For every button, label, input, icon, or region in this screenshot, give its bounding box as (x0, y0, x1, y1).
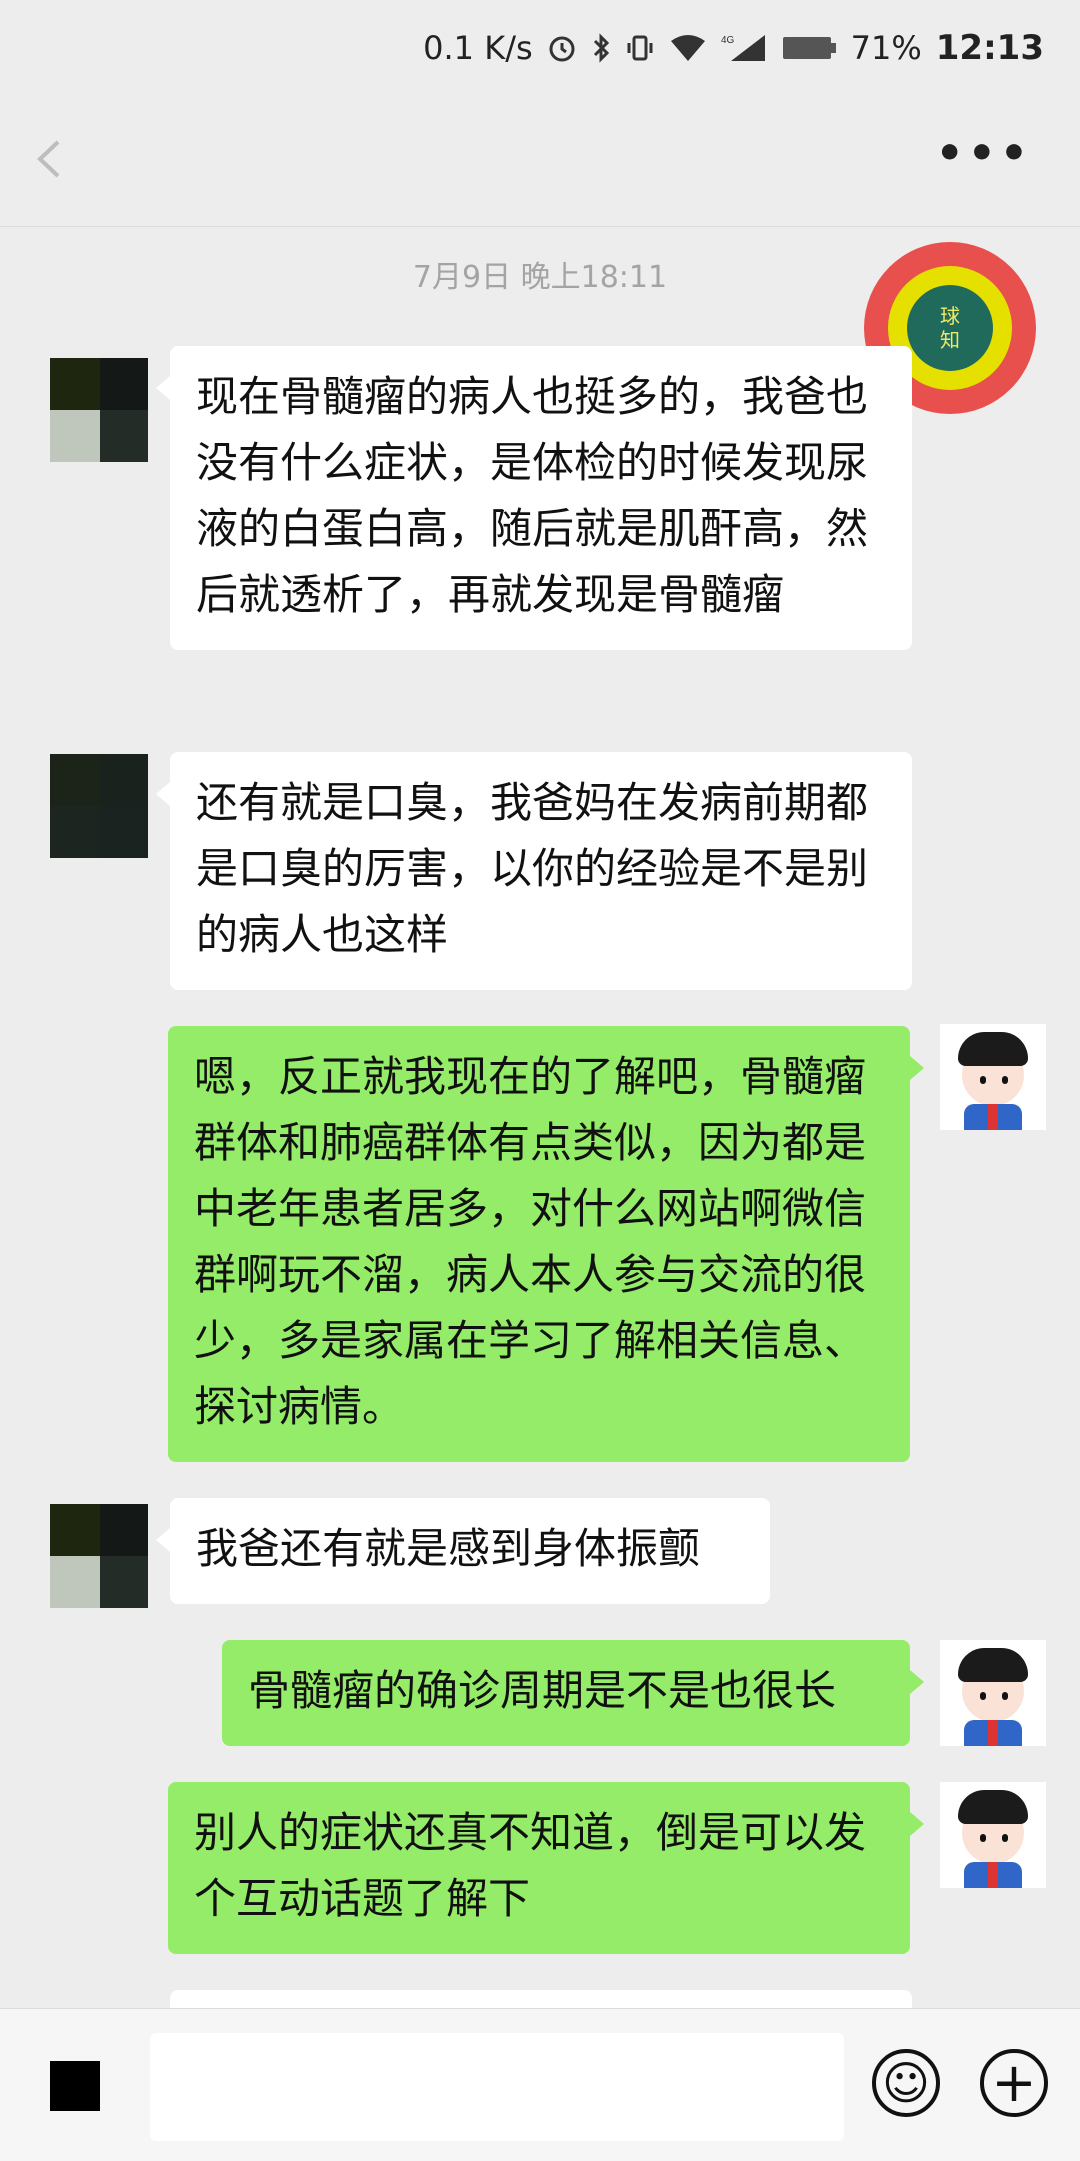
message-bubble-incoming[interactable]: 还有就是口臭，我爸妈在发病前期都是口臭的厉害，以你的经验是不是别的病人也这样 (156, 752, 912, 990)
clock: 12:13 (935, 28, 1044, 68)
message-bubble-outgoing[interactable]: 别人的症状还真不知道，倒是可以发个互动话题了解下 (168, 1782, 924, 1954)
contact-avatar[interactable] (50, 358, 148, 462)
svg-text:4G: 4G (721, 35, 735, 46)
more-options-button[interactable]: ••• (936, 128, 1032, 179)
vibrate-icon (625, 33, 655, 63)
message-bubble-incoming[interactable]: 现在骨髓瘤的病人也挺多的，我爸也没有什么症状，是体检的时候发现尿液的白蛋白高，随… (156, 346, 912, 650)
battery-percent: 71% (850, 29, 922, 67)
network-speed: 0.1 K/s (423, 29, 533, 67)
my-avatar[interactable] (940, 1782, 1046, 1888)
voice-toggle-icon[interactable] (50, 2061, 100, 2111)
input-bar: ☺ + (0, 2008, 1080, 2161)
message-bubble-outgoing[interactable]: 骨髓瘤的确诊周期是不是也很长 (222, 1640, 924, 1746)
status-bar: 0.1 K/s 4G 71% 12:13 (0, 0, 1080, 96)
badge-text-1: 球 (940, 304, 960, 328)
contact-avatar[interactable] (50, 754, 148, 858)
message-bubble-incoming[interactable]: 我爸还有就是感到身体振颤 (156, 1498, 770, 1604)
badge-text-2: 知 (940, 328, 960, 352)
my-avatar[interactable] (940, 1024, 1046, 1130)
message-input[interactable] (150, 2033, 844, 2141)
chat-header: ••• (0, 96, 1080, 227)
bluetooth-icon (591, 33, 611, 63)
wifi-icon (669, 33, 707, 63)
plus-icon[interactable]: + (980, 2049, 1048, 2117)
emoji-icon[interactable]: ☺ (872, 2049, 940, 2117)
message-bubble-outgoing[interactable]: 嗯，反正就我现在的了解吧，骨髓瘤群体和肺癌群体有点类似，因为都是中老年患者居多，… (168, 1026, 924, 1462)
my-avatar[interactable] (940, 1640, 1046, 1746)
back-arrow-icon[interactable] (30, 134, 80, 184)
battery-icon (781, 33, 837, 63)
contact-avatar[interactable] (50, 1504, 148, 1608)
4g-signal-icon: 4G (721, 33, 767, 63)
alarm-icon (547, 33, 577, 63)
